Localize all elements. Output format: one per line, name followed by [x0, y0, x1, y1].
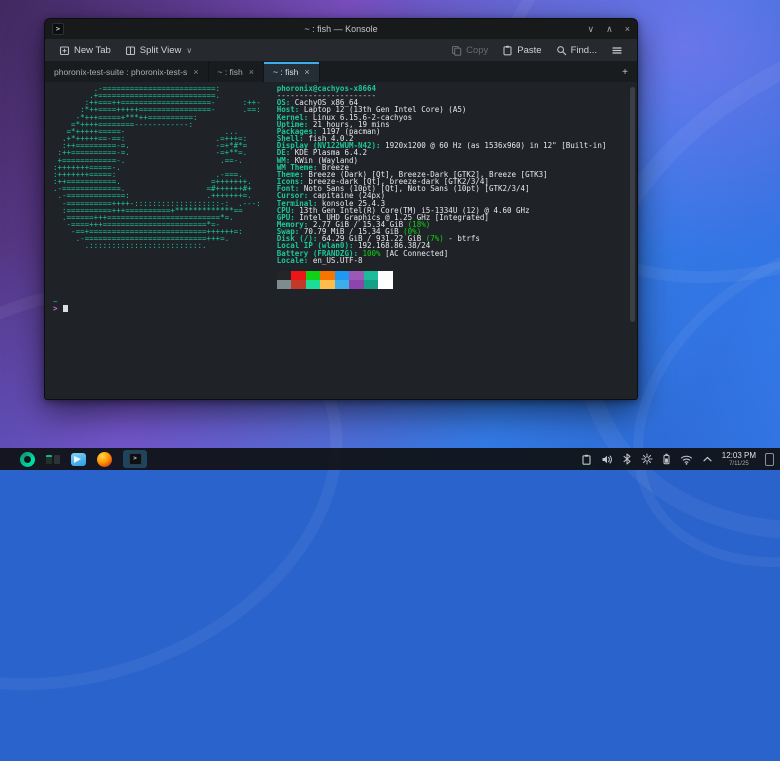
palette-swatch: [276, 270, 292, 280]
palette-swatch: [363, 270, 379, 280]
fastfetch-info: phoronix@cachyos-x8664 -----------------…: [276, 85, 607, 289]
copy-icon: [452, 45, 462, 56]
new-tab-plus-button[interactable]: +: [613, 62, 637, 82]
konsole-taskbar-icon: >: [128, 453, 142, 465]
clock-date: 7/11/25: [729, 460, 749, 467]
tab-close-icon[interactable]: ×: [249, 67, 254, 77]
tab-label: phoronix-test-suite : phoronix-test-s: [54, 67, 188, 77]
copy-label: Copy: [466, 44, 489, 56]
firefox-icon[interactable]: [97, 451, 112, 467]
tab-inactive[interactable]: phoronix-test-suite : phoronix-test-s ×: [45, 62, 209, 82]
brightness-tray-icon[interactable]: [641, 453, 653, 465]
new-tab-label: New Tab: [74, 44, 111, 56]
palette-swatch: [276, 279, 292, 289]
palette-swatch: [305, 279, 321, 289]
palette-swatch: [349, 270, 364, 280]
palette-row-bright: [276, 279, 607, 289]
find-label: Find...: [570, 44, 597, 56]
taskbar: > 12:03 PM 7/11/25: [0, 448, 780, 470]
close-button[interactable]: ×: [625, 19, 630, 39]
tab-active[interactable]: ~ : fish ×: [264, 62, 320, 82]
app-launcher-cachyos-icon[interactable]: [20, 451, 35, 467]
volume-tray-icon[interactable]: [601, 454, 613, 465]
info-value: en_US.UTF-8: [312, 255, 363, 265]
fastfetch-output: .-=========================: .+=========…: [53, 85, 629, 289]
search-icon: [556, 45, 566, 55]
palette-swatch: [363, 279, 379, 289]
palette-swatch: [349, 279, 364, 289]
minimize-button[interactable]: ∨: [588, 19, 595, 39]
dolphin-file-manager-icon[interactable]: [71, 452, 86, 466]
palette-row-normal: [276, 270, 607, 280]
prompt-path: ~: [53, 296, 58, 306]
tab-label: ~ : fish: [273, 67, 299, 77]
show-desktop-button[interactable]: [765, 452, 774, 466]
info-value: [AC Connected]: [380, 248, 449, 258]
shell-prompt: ~ >: [53, 298, 629, 312]
tab-inactive[interactable]: ~ : fish ×: [209, 62, 265, 82]
palette-swatch: [334, 279, 350, 289]
fastfetch-info-lines: OS: CachyOS x86_64 Host: Laptop 12 (13th …: [277, 99, 607, 264]
split-view-button[interactable]: Split View ∨: [119, 42, 198, 59]
tab-label: ~ : fish: [217, 67, 243, 77]
split-view-label: Split View: [139, 44, 182, 56]
prompt-char: >: [53, 304, 58, 314]
info-label: Locale:: [276, 255, 313, 265]
virtual-desktop-pager[interactable]: [46, 454, 60, 464]
menu-button[interactable]: [605, 42, 629, 59]
bluetooth-tray-icon[interactable]: [622, 453, 632, 465]
terminal-viewport[interactable]: .-=========================: .+=========…: [45, 82, 637, 399]
hamburger-menu-icon: [612, 46, 622, 54]
expand-tray-chevron-icon[interactable]: [702, 455, 713, 463]
find-button[interactable]: Find...: [550, 42, 603, 59]
info-value: - btrfs: [443, 234, 480, 244]
clipboard-tray-icon[interactable]: [581, 454, 592, 465]
chevron-down-icon[interactable]: ∨: [186, 46, 192, 55]
paste-icon: [503, 45, 512, 55]
maximize-button[interactable]: ∧: [606, 19, 613, 39]
palette-swatch: [334, 270, 350, 280]
paste-label: Paste: [517, 44, 542, 56]
scrollbar[interactable]: [629, 85, 635, 396]
cachyos-ascii-logo: .-=========================: .+=========…: [53, 84, 261, 251]
konsole-task-active[interactable]: >: [123, 450, 147, 468]
paste-button[interactable]: Paste: [496, 42, 547, 59]
tab-close-icon[interactable]: ×: [193, 67, 198, 77]
palette-swatch: [305, 270, 321, 280]
konsole-window: > ~ : fish — Konsole ∨ ∧ × New Tab Split…: [44, 18, 638, 400]
battery-tray-icon[interactable]: [662, 453, 671, 465]
new-tab-button[interactable]: New Tab: [53, 42, 117, 59]
palette-swatch: [291, 270, 306, 280]
digital-clock[interactable]: 12:03 PM 7/11/25: [721, 450, 756, 467]
main-toolbar: New Tab Split View ∨ Copy Paste Find...: [45, 39, 637, 62]
palette-swatch: [378, 270, 393, 280]
tab-close-icon[interactable]: ×: [304, 67, 309, 77]
konsole-app-icon: >: [52, 23, 64, 35]
info-highlight: 100%: [362, 248, 381, 258]
window-title: ~ : fish — Konsole: [304, 24, 378, 34]
palette-swatch: [320, 270, 335, 280]
text-cursor: [62, 305, 68, 313]
info-line: Locale: en_US.UTF-8: [276, 255, 607, 265]
tab-bar: phoronix-test-suite : phoronix-test-s × ~ …: [45, 62, 637, 82]
scrollbar-handle[interactable]: [630, 87, 635, 322]
copy-button[interactable]: Copy: [445, 42, 494, 59]
palette-swatch: [378, 279, 393, 289]
title-bar[interactable]: > ~ : fish — Konsole ∨ ∧ ×: [45, 19, 637, 39]
wifi-tray-icon[interactable]: [680, 454, 693, 465]
split-view-icon: [125, 45, 135, 55]
terminal-color-palette: [276, 270, 607, 289]
new-tab-icon: [59, 45, 70, 55]
clock-time: 12:03 PM: [721, 450, 756, 460]
palette-swatch: [320, 279, 335, 289]
palette-swatch: [291, 279, 306, 289]
info-value: 1920x1200 @ 60 Hz (as 1536x960) in 12" […: [385, 141, 607, 151]
